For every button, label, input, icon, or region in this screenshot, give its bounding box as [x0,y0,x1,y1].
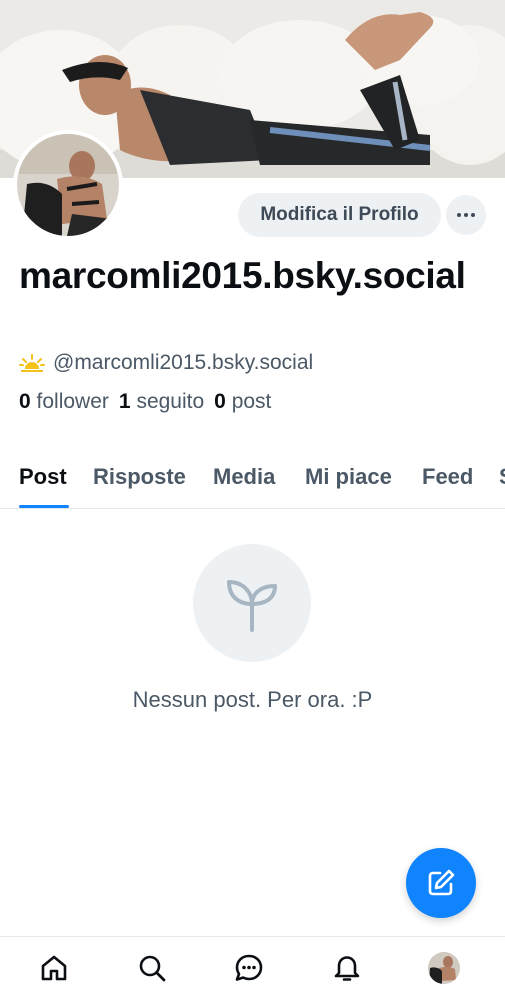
empty-state-message: Nessun post. Per ora. :P [132,687,373,712]
nav-profile-avatar[interactable] [428,952,460,984]
sprout-icon [227,580,277,632]
profile-display-name: marcomli2015.bsky.social [19,255,466,296]
empty-state-icon-circle [193,544,311,662]
nav-home[interactable] [37,951,71,985]
tab-media[interactable]: Media [213,464,275,490]
more-options-button[interactable] [446,195,486,235]
following-stat[interactable]: 1 seguito [119,390,204,414]
nav-notifications[interactable] [330,951,364,985]
search-icon [139,955,166,982]
handle-row: @marcomli2015.bsky.social [19,349,313,377]
tab-post[interactable]: Post [19,464,67,490]
tab-risposte[interactable]: Risposte [93,464,186,490]
compose-icon [428,869,455,896]
tab-feed[interactable]: Feed [422,464,473,490]
chat-icon [235,954,263,981]
posts-stat: 0 post [214,390,272,413]
home-icon [41,955,67,981]
profile-avatar-icon [428,952,460,984]
bell-icon [334,956,360,981]
profile-avatar[interactable] [13,130,123,240]
sunrise-icon [19,354,45,372]
followers-stat[interactable]: 0 follower [19,390,109,414]
tab-mi-piace[interactable]: Mi piace [305,464,392,490]
compose-button[interactable] [406,848,476,918]
avatar-image [17,134,119,236]
profile-handle: @marcomli2015.bsky.social [53,351,314,374]
bottom-navigation [0,936,505,1000]
tab-partial[interactable]: S [499,464,505,490]
active-tab-indicator [19,505,69,508]
profile-tabs: Post Risposte Media Mi piace Feed S [0,455,505,509]
ellipsis-icon [457,213,475,217]
nav-chat[interactable] [232,951,266,985]
edit-profile-button[interactable]: Modifica il Profilo [238,193,441,237]
nav-search[interactable] [135,951,169,985]
profile-stats: 0 follower 1 seguito 0 post [19,390,271,414]
